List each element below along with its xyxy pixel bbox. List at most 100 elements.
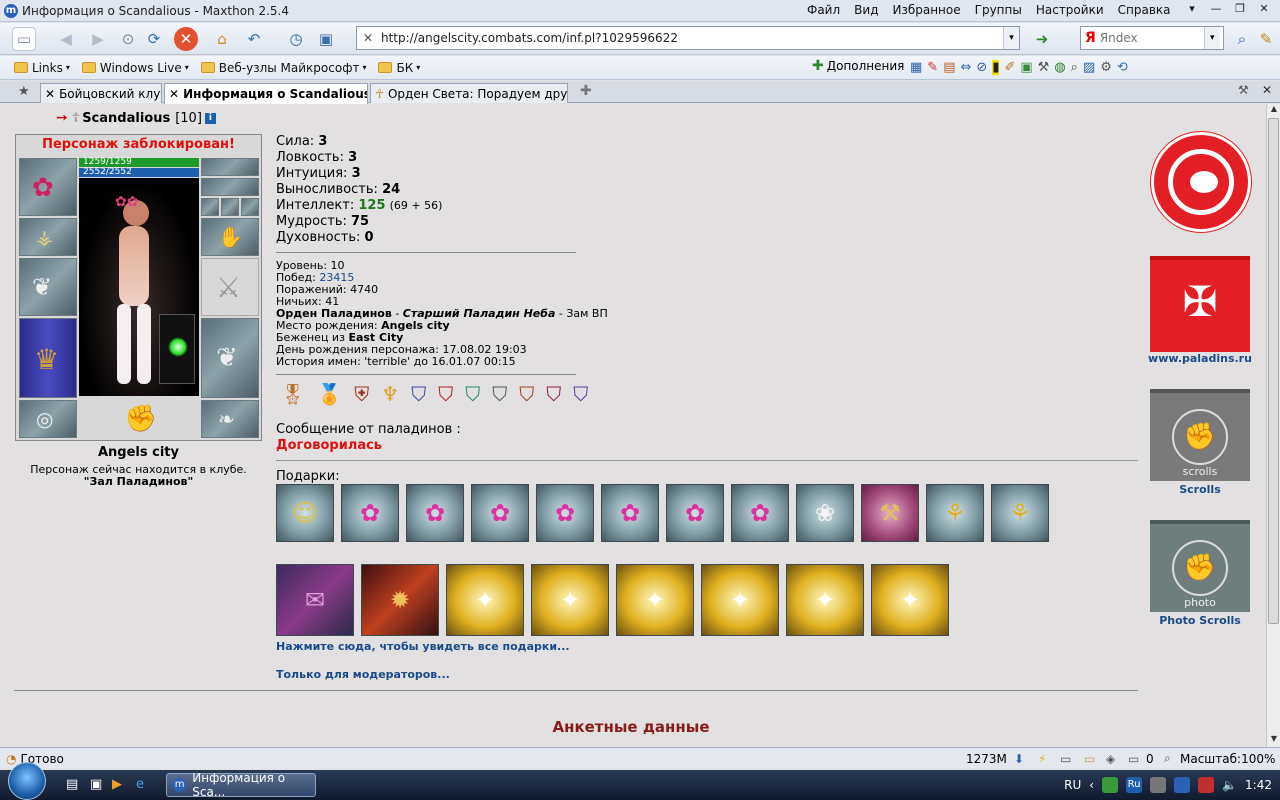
shield-icon[interactable]: ⛉ <box>519 382 534 406</box>
shield-slot[interactable]: ⚔ <box>201 258 259 316</box>
folder-icon[interactable]: ▭ <box>1084 752 1095 766</box>
menu-groups[interactable]: Группы <box>968 2 1029 18</box>
download-icon[interactable]: ⬇ <box>1014 752 1024 766</box>
shield-icon[interactable]: ⛉ <box>492 382 507 406</box>
bk-folder[interactable]: БК ▾ <box>372 61 426 75</box>
menu-dropdown-icon[interactable]: ▾ <box>1180 2 1204 15</box>
address-bar[interactable]: ✕ http://angelscity.combats.com/inf.pl?1… <box>356 26 1020 50</box>
new-tab-icon[interactable]: ▭ <box>12 27 36 51</box>
scrolls-link[interactable]: Scrolls <box>1140 483 1260 496</box>
gift-golden-rose[interactable]: ⚘ <box>926 484 984 542</box>
medal-icon[interactable]: 🏅 <box>317 382 342 406</box>
home-icon[interactable]: ⌂ <box>210 27 234 51</box>
armor-slot[interactable]: ♛ <box>19 318 77 398</box>
language-indicator[interactable]: RU <box>1064 778 1081 792</box>
links-folder[interactable]: Links ▾ <box>8 61 76 75</box>
helmet-slot[interactable]: ✿ <box>19 158 77 216</box>
scroll-up-icon[interactable]: ▲ <box>1267 104 1280 117</box>
ring-slot-1[interactable] <box>201 198 219 216</box>
tray-security-icon[interactable] <box>1174 777 1191 793</box>
calc-plugin-icon[interactable]: ▤ <box>943 60 955 75</box>
address-url[interactable]: http://angelscity.combats.com/inf.pl?102… <box>381 31 678 45</box>
zoom-level[interactable]: Масштаб:100% <box>1180 752 1275 766</box>
clock-icon[interactable]: ◷ <box>284 27 308 51</box>
search-box[interactable]: Я ▾ <box>1080 26 1224 50</box>
gift-orchid[interactable]: ✿ <box>471 484 529 542</box>
gift-golden-card[interactable]: ✦ <box>786 564 864 636</box>
restore-icon[interactable]: ❐ <box>1228 2 1252 15</box>
weapon-slot[interactable]: ❦ <box>19 258 77 316</box>
microsoft-sites-folder[interactable]: Веб-узлы Майкрософт ▾ <box>195 61 373 75</box>
info-icon[interactable]: i <box>204 112 216 124</box>
addons-button[interactable]: ✚ Дополнения <box>812 58 904 74</box>
paladin-emblem[interactable] <box>1151 132 1251 232</box>
tray-app-icon[interactable] <box>1102 777 1119 793</box>
go-icon[interactable]: ➜ <box>1030 27 1054 51</box>
resize-plugin-icon[interactable]: ⇔ <box>961 60 972 75</box>
crest-icon[interactable]: ⛨ <box>354 382 369 406</box>
scrolls-banner[interactable]: ✊ scrolls <box>1150 389 1250 481</box>
close-all-icon[interactable]: ✕ <box>1262 83 1272 97</box>
close-window-icon[interactable]: ✕ <box>1252 2 1276 15</box>
gift-fire-card[interactable]: ✹ <box>361 564 439 636</box>
forward-icon[interactable]: ▶ <box>86 27 110 51</box>
gift-golden-card[interactable]: ✦ <box>871 564 949 636</box>
earring-slot[interactable] <box>201 158 259 176</box>
gift-white-bouquet[interactable]: ❀ <box>796 484 854 542</box>
new-tab-plus-icon[interactable]: ✚ <box>580 83 592 99</box>
menu-file[interactable]: Файл <box>800 2 847 18</box>
ring-slot-2[interactable] <box>221 198 239 216</box>
gift-golden-hammer[interactable]: ⚒ <box>861 484 919 542</box>
gift-golden-card[interactable]: ✦ <box>701 564 779 636</box>
menu-settings[interactable]: Настройки <box>1029 2 1111 18</box>
search-dropdown-icon[interactable]: ▾ <box>1203 27 1220 49</box>
character-portrait[interactable]: ✿✿ <box>79 178 199 396</box>
stop-icon[interactable]: ✕ <box>174 27 198 51</box>
tray-warning-icon[interactable] <box>1198 777 1215 793</box>
moderators-link[interactable]: Только для модераторов... <box>276 668 450 681</box>
layers-icon[interactable]: ◈ <box>1106 752 1115 766</box>
vertical-scrollbar[interactable]: ▲ ▼ <box>1266 104 1280 747</box>
gift-orchid[interactable]: ✿ <box>536 484 594 542</box>
gift-orchid[interactable]: ✿ <box>731 484 789 542</box>
gift-golden-rose[interactable]: ⚘ <box>991 484 1049 542</box>
shield-icon[interactable]: ⛉ <box>465 382 480 406</box>
gloves-slot[interactable]: ✋ <box>201 218 259 256</box>
popup-block-icon[interactable]: ▭ <box>1060 752 1071 766</box>
clock[interactable]: 1:42 <box>1245 778 1272 792</box>
tray-expand-icon[interactable]: ‹ <box>1089 778 1094 792</box>
tab-order-of-light[interactable]: ☥ Орден Света: Порадуем друз... <box>370 83 568 103</box>
photo-scrolls-banner[interactable]: ✊ photo <box>1150 520 1250 612</box>
gear-icon[interactable]: ⚙ <box>1100 60 1112 75</box>
ie-icon[interactable]: e <box>136 777 144 792</box>
screen-icon[interactable]: ▣ <box>314 27 338 51</box>
menu-favorites[interactable]: Избранное <box>885 2 967 18</box>
brush-plugin-icon[interactable]: ✐ <box>1004 60 1015 75</box>
tray-lang-icon[interactable]: Ru <box>1126 777 1143 793</box>
search-input[interactable] <box>1099 31 1204 45</box>
refresh-icon[interactable]: ⟳ <box>142 27 166 51</box>
paladins-site-link[interactable]: www.paladins.ru <box>1140 352 1260 365</box>
paladins-banner[interactable]: ✠ <box>1150 256 1250 352</box>
gift-golden-card[interactable]: ✦ <box>531 564 609 636</box>
switch-windows-icon[interactable]: ▣ <box>90 777 102 792</box>
undo-icon[interactable]: ↶ <box>242 27 266 51</box>
shield-icon[interactable]: ⛉ <box>438 382 453 406</box>
shield-icon[interactable]: ⛉ <box>573 382 588 406</box>
history-dropdown-icon[interactable]: ⊙ <box>116 27 140 51</box>
flash-icon[interactable]: ⚡ <box>1038 752 1046 766</box>
shield-icon[interactable]: ⛉ <box>546 382 561 406</box>
belt-slot[interactable]: ◎ <box>19 400 77 438</box>
menu-help[interactable]: Справка <box>1111 2 1178 18</box>
zoom-plugin-icon[interactable]: ⌕ <box>1071 60 1078 75</box>
windows-live-folder[interactable]: Windows Live ▾ <box>76 61 195 75</box>
tools-icon[interactable]: ⚒ <box>1238 83 1249 97</box>
address-dropdown-icon[interactable]: ▾ <box>1003 27 1019 49</box>
show-desktop-icon[interactable]: ▤ <box>66 777 78 792</box>
amulet-slot[interactable] <box>201 178 259 196</box>
gift-smiley[interactable]: ☺ <box>276 484 334 542</box>
pin-plugin-icon[interactable]: ✎ <box>927 60 938 75</box>
media-player-icon[interactable]: ▶ <box>112 777 122 792</box>
gift-birthday-card[interactable]: ✉ <box>276 564 354 636</box>
leggings-slot[interactable]: ❦ <box>201 318 259 398</box>
